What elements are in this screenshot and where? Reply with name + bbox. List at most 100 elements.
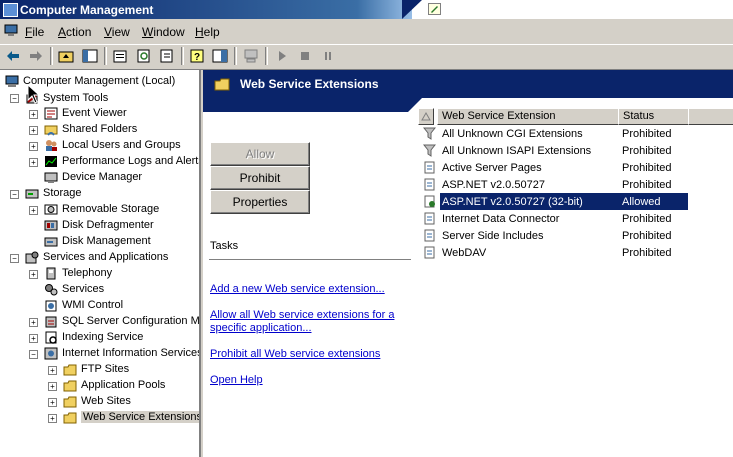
tree-item-event-viewer[interactable]: Event Viewer — [44, 105, 127, 121]
expand-toggle[interactable]: + — [29, 318, 38, 327]
folder-icon — [63, 412, 77, 423]
tree-item-storage[interactable]: Storage — [25, 185, 82, 201]
prohibit-all-link[interactable]: Prohibit all Web service extensions — [210, 348, 380, 361]
tree-item-services[interactable]: Services — [44, 281, 104, 297]
column-header-extension[interactable]: Web Service Extension — [437, 108, 619, 125]
expand-toggle[interactable]: + — [48, 366, 57, 375]
list-item[interactable]: WebDAV Prohibited — [421, 244, 733, 261]
disk-management-icon — [44, 237, 58, 246]
tree-item-removable-storage[interactable]: Removable Storage — [44, 201, 159, 217]
toolbar-separator — [50, 47, 53, 65]
export-list-icon — [160, 49, 173, 63]
column-header-blank — [688, 108, 733, 125]
menu-view[interactable]: View — [104, 25, 130, 39]
tree-item-performance-logs[interactable]: Performance Logs and Alerts — [44, 153, 199, 169]
tree-item-wmi-control[interactable]: WMI Control — [44, 297, 123, 313]
tree-item-telephony[interactable]: Telephony — [44, 265, 112, 281]
list-item[interactable]: All Unknown ISAPI Extensions Prohibited — [421, 142, 733, 159]
collapse-toggle[interactable]: − — [10, 190, 19, 199]
expand-toggle[interactable]: + — [29, 126, 38, 135]
show-hide-tree-button[interactable] — [80, 47, 100, 65]
prohibit-button[interactable]: Prohibit — [210, 166, 310, 190]
stop-service-button[interactable] — [295, 47, 315, 65]
services-applications-icon — [25, 251, 39, 263]
iis-icon — [44, 347, 58, 359]
extension-allowed-icon — [424, 195, 435, 208]
computer-button[interactable] — [241, 47, 261, 65]
tree-item-disk-management[interactable]: Disk Management — [44, 233, 151, 249]
tasks-divider — [209, 259, 411, 260]
start-service-button[interactable] — [272, 47, 292, 65]
collapse-toggle[interactable]: − — [29, 350, 38, 359]
expand-toggle[interactable]: + — [29, 206, 38, 215]
pen-tool-icon[interactable] — [428, 3, 441, 15]
expand-toggle[interactable]: + — [48, 398, 57, 407]
allow-all-for-app-link[interactable]: Allow all Web service extensions for a s… — [210, 309, 394, 335]
expand-toggle[interactable]: + — [29, 110, 38, 119]
system-menu-icon[interactable] — [4, 24, 18, 37]
menu-file[interactable]: File — [25, 25, 44, 39]
up-one-level-button[interactable] — [56, 47, 76, 65]
back-arrow-icon — [7, 51, 19, 61]
computer-icon — [244, 49, 258, 63]
list-item[interactable]: All Unknown CGI Extensions Prohibited — [421, 125, 733, 142]
sort-ascending-icon — [421, 111, 431, 121]
expand-toggle[interactable]: + — [48, 382, 57, 391]
pause-service-button[interactable] — [318, 47, 338, 65]
tree-item-device-manager[interactable]: Device Manager — [44, 169, 142, 185]
tree-item-application-pools[interactable]: Application Pools — [63, 377, 165, 393]
tree-item-iis[interactable]: Internet Information Services — [44, 345, 199, 361]
help-button[interactable]: ? — [187, 47, 207, 65]
title-bar-edge — [402, 0, 422, 19]
title-bar[interactable]: Computer Management — [0, 0, 420, 19]
expand-toggle[interactable]: + — [48, 414, 57, 423]
extension-icon — [424, 229, 435, 242]
tree-item-indexing-service[interactable]: Indexing Service — [44, 329, 143, 345]
open-help-link[interactable]: Open Help — [210, 374, 263, 387]
menu-window[interactable]: Window — [142, 25, 185, 39]
removable-storage-icon — [44, 204, 58, 214]
indexing-service-icon — [45, 331, 57, 344]
tree-item-web-service-extensions[interactable]: Web Service Extensions — [63, 409, 199, 425]
toolbar-separator — [181, 47, 184, 65]
list-item[interactable]: Active Server Pages Prohibited — [421, 159, 733, 176]
allow-button[interactable]: Allow — [210, 142, 310, 166]
export-list-button[interactable] — [157, 47, 177, 65]
column-header-status[interactable]: Status — [618, 108, 689, 125]
tree-item-local-users[interactable]: Local Users and Groups — [44, 137, 181, 153]
tree-item-web-sites[interactable]: Web Sites — [63, 393, 131, 409]
tree-item-ftp-sites[interactable]: FTP Sites — [63, 361, 129, 377]
toolbar-separator — [265, 47, 268, 65]
expand-toggle[interactable]: + — [29, 334, 38, 343]
telephony-icon — [46, 267, 56, 279]
defragmenter-icon — [44, 220, 58, 230]
console-tree-icon — [82, 49, 98, 63]
properties-toolbar-button[interactable] — [110, 47, 130, 65]
refresh-button[interactable] — [134, 47, 154, 65]
expand-toggle[interactable]: + — [29, 158, 38, 167]
back-button[interactable] — [3, 47, 23, 65]
sql-server-icon — [45, 316, 57, 327]
column-header-icon[interactable] — [418, 108, 434, 125]
list-item[interactable]: ASP.NET v2.0.50727 Prohibited — [421, 176, 733, 193]
menu-action[interactable]: Action — [58, 25, 91, 39]
menu-help[interactable]: Help — [195, 25, 220, 39]
tree-item-shared-folders[interactable]: Shared Folders — [44, 121, 137, 137]
tree-item-services-applications[interactable]: Services and Applications — [25, 249, 168, 265]
list-item[interactable]: Server Side Includes Prohibited — [421, 227, 733, 244]
wmi-control-icon — [45, 300, 57, 311]
collapse-toggle[interactable]: − — [10, 254, 19, 263]
forward-button[interactable] — [26, 47, 46, 65]
expand-toggle[interactable]: + — [29, 142, 38, 151]
list-item[interactable]: Internet Data Connector Prohibited — [421, 210, 733, 227]
svg-text:?: ? — [194, 52, 200, 63]
tree-item-sql-server[interactable]: SQL Server Configuration Manager — [44, 313, 199, 329]
list-item-selected[interactable]: ASP.NET v2.0.50727 (32-bit) Allowed — [440, 193, 688, 210]
expand-toggle[interactable]: + — [29, 270, 38, 279]
properties-button[interactable]: Properties — [210, 190, 310, 214]
tree-item-disk-defragmenter[interactable]: Disk Defragmenter — [44, 217, 154, 233]
show-hide-action-pane-button[interactable] — [210, 47, 230, 65]
console-tree: Computer Management (Local) − System Too… — [0, 70, 201, 457]
collapse-toggle[interactable]: − — [10, 94, 19, 103]
add-extension-link[interactable]: Add a new Web service extension... — [210, 283, 385, 296]
